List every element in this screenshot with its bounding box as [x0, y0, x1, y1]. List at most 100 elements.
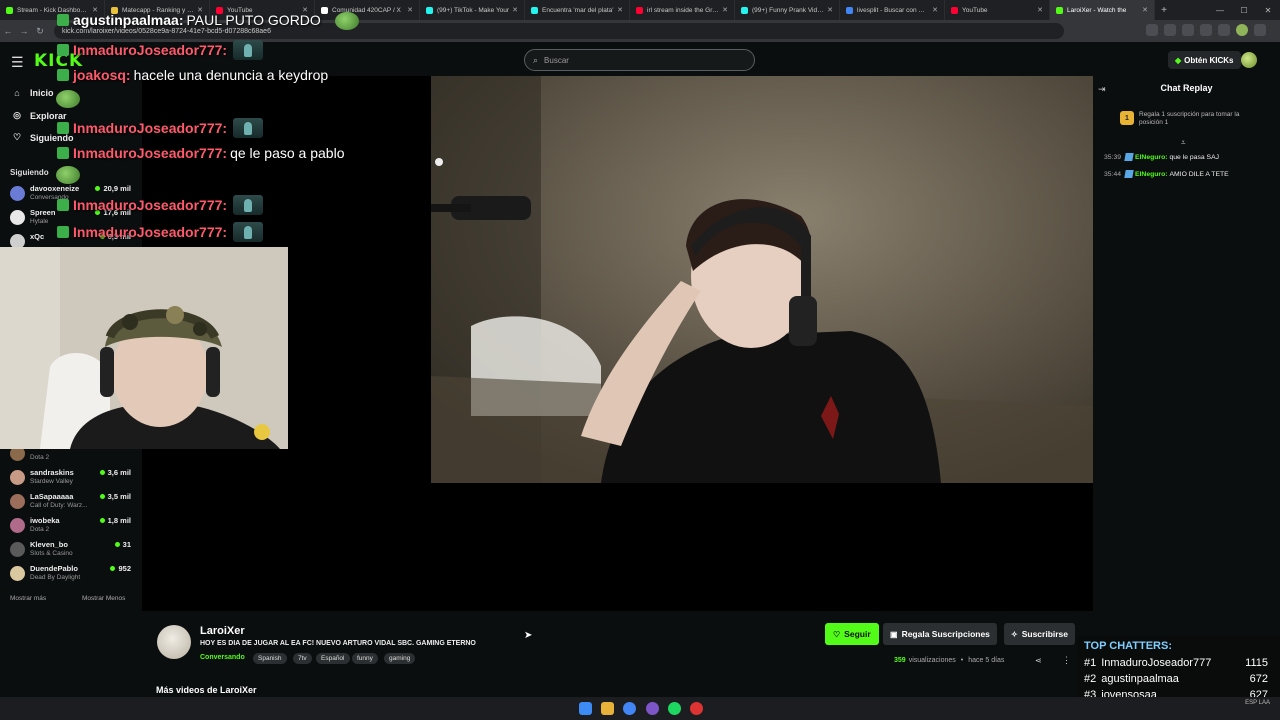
tab-label: livesplit - Buscar con Goo [857, 6, 930, 14]
browser-tab[interactable]: LaroiXer - Watch the ✕ [1050, 0, 1155, 20]
chat-badge-icon [57, 199, 69, 211]
close-window-icon[interactable]: ✕ [1256, 6, 1280, 15]
tab-label: irl stream inside the Great [647, 6, 720, 14]
user-avatar[interactable] [1241, 52, 1257, 68]
stream-tag[interactable]: 7tv [293, 653, 312, 664]
tab-close-icon[interactable]: ✕ [617, 6, 623, 14]
channel-category: Slots & Casino [30, 550, 73, 557]
chat-username[interactable]: ElNeguro: [1135, 154, 1167, 161]
menu-icon[interactable] [1254, 24, 1266, 36]
chat-badge-icon [57, 44, 69, 56]
chat-emote-icon [233, 118, 264, 138]
stream-category[interactable]: Conversando [200, 654, 245, 661]
file-explorer-icon[interactable] [601, 702, 614, 715]
channel-name: iwobeka [30, 516, 60, 525]
reload-icon[interactable]: ↻ [32, 26, 48, 37]
overlay-chat-user: InmaduroJoseador777: [73, 197, 228, 213]
start-icon[interactable] [579, 702, 592, 715]
minimize-icon[interactable]: — [1208, 6, 1232, 15]
back-icon[interactable]: ← [0, 26, 16, 36]
chat-emote-icon [233, 222, 264, 242]
channel-item[interactable]: Kleven_bo Slots & Casino 31 [10, 540, 134, 562]
browser-tab[interactable]: (99+) TikTok - Make Your ✕ [420, 0, 525, 20]
browser-tab[interactable]: (99+) Funny Prank Videos ✕ [735, 0, 840, 20]
nav-inicio[interactable]: ⌂ Inicio [10, 88, 53, 98]
gift-leaderboard[interactable]: 1 Regala 1 suscripción para tomar la pos… [1120, 111, 1259, 127]
channel-avatar [10, 518, 25, 533]
gift-icon: ▣ [890, 629, 898, 639]
gift-label: Regala Suscripciones [901, 629, 990, 639]
tab-close-icon[interactable]: ✕ [512, 6, 518, 14]
chat-badge-icon [57, 69, 69, 81]
stream-tag[interactable]: gaming [384, 653, 416, 664]
extensions-bar [1146, 24, 1266, 36]
chat-username[interactable]: ElNeguro: [1135, 171, 1167, 178]
more-options-icon[interactable]: ⋮ [1062, 655, 1071, 666]
separator: • [960, 657, 964, 664]
overlay-chat-line: InmaduroJoseador777: [57, 222, 264, 242]
new-tab-icon[interactable]: + [1155, 5, 1173, 16]
discord-icon[interactable] [646, 702, 659, 715]
gift-subs-button[interactable]: ▣ Regala Suscripciones [883, 623, 997, 645]
live-dot-icon [95, 186, 101, 191]
extension-icon[interactable] [1200, 24, 1212, 36]
search-input[interactable] [544, 55, 735, 65]
system-tray: ESP LAA [1245, 700, 1270, 706]
mouse-cursor-icon: ➤ [524, 630, 533, 641]
extension-icon[interactable] [1146, 24, 1158, 36]
chrome-icon[interactable] [623, 702, 636, 715]
tab-close-icon[interactable]: ✕ [1037, 6, 1043, 14]
show-less-link[interactable]: Mostrar Menos [82, 595, 125, 602]
overlay-chat-message: qe le paso a pablo [230, 145, 345, 161]
browser-tab[interactable]: YouTube ✕ [945, 0, 1050, 20]
hamburger-menu-icon[interactable]: ☰ [11, 54, 24, 71]
channel-item[interactable]: DuendePablo Dead By Daylight 952 [10, 564, 134, 586]
follow-button[interactable]: ♡ Seguir [825, 623, 879, 645]
chat-text: AMIO DILE A TETE [1169, 170, 1229, 178]
maximize-icon[interactable]: ☐ [1232, 6, 1256, 15]
stream-tag[interactable]: funny [352, 653, 378, 664]
time-ago: hace 5 días [968, 657, 1005, 664]
show-more-link[interactable]: Mostrar más [10, 595, 46, 602]
channel-category: Stardew Valley [30, 478, 73, 485]
subscribe-button[interactable]: ✧ Suscribirse [1004, 623, 1076, 645]
top-chatter-rank: #1 [1084, 657, 1097, 669]
language-indicator[interactable]: ESP LAA [1245, 700, 1270, 706]
get-kicks-button[interactable]: ◆ Obtén KICKs [1168, 51, 1241, 69]
pinned-toggle-icon[interactable]: ⩡ [1181, 138, 1186, 148]
channel-item[interactable]: iwobeka Dota 2 1,8 mil [10, 516, 134, 538]
tab-favicon-icon [426, 6, 433, 14]
browser-tab[interactable]: Encuentra 'mar del plata' ✕ [525, 0, 630, 20]
extension-icon[interactable] [1182, 24, 1194, 36]
share-icon[interactable]: ⋖ [1035, 656, 1042, 665]
browser-tab[interactable]: livesplit - Buscar con Goo ✕ [840, 0, 945, 20]
live-dot-icon [114, 542, 120, 547]
browser-tab[interactable]: Comunidad 420CAP / X ✕ [315, 0, 420, 20]
spotify-icon[interactable] [668, 702, 681, 715]
tab-close-icon[interactable]: ✕ [1142, 6, 1148, 14]
tab-favicon-icon [741, 6, 748, 14]
extension-icon[interactable] [1164, 24, 1176, 36]
chat-timestamp: 35:39 [1104, 153, 1122, 161]
streamer-name[interactable]: LaroiXer [200, 625, 245, 637]
overlay-chat-line: InmaduroJoseador777: [57, 195, 264, 215]
extension-icon[interactable] [1218, 24, 1230, 36]
forward-icon[interactable]: → [16, 26, 32, 36]
profile-icon[interactable] [1236, 24, 1248, 36]
streamer-avatar[interactable] [157, 625, 191, 659]
tab-close-icon[interactable]: ✕ [932, 6, 938, 14]
tab-close-icon[interactable]: ✕ [407, 6, 413, 14]
video-frame[interactable] [431, 76, 1093, 483]
browser-tab[interactable]: irl stream inside the Great ✕ [630, 0, 735, 20]
search-box[interactable]: ⌕ [524, 49, 755, 71]
stream-tag[interactable]: Spanish [253, 653, 287, 664]
stream-tag[interactable]: Español [316, 653, 350, 664]
obs-icon[interactable] [690, 702, 703, 715]
channel-avatar [10, 210, 25, 225]
channel-item[interactable]: sandraskins Stardew Valley 3,6 mil [10, 468, 134, 490]
tab-close-icon[interactable]: ✕ [722, 6, 728, 14]
overlay-chat-message: PAUL PUTO GORDO [186, 12, 321, 28]
channel-item[interactable]: LaSapaaaaa Call of Duty: Warz... 3,5 mil [10, 492, 134, 514]
chat-badge-icon [57, 14, 69, 26]
tab-close-icon[interactable]: ✕ [827, 6, 833, 14]
